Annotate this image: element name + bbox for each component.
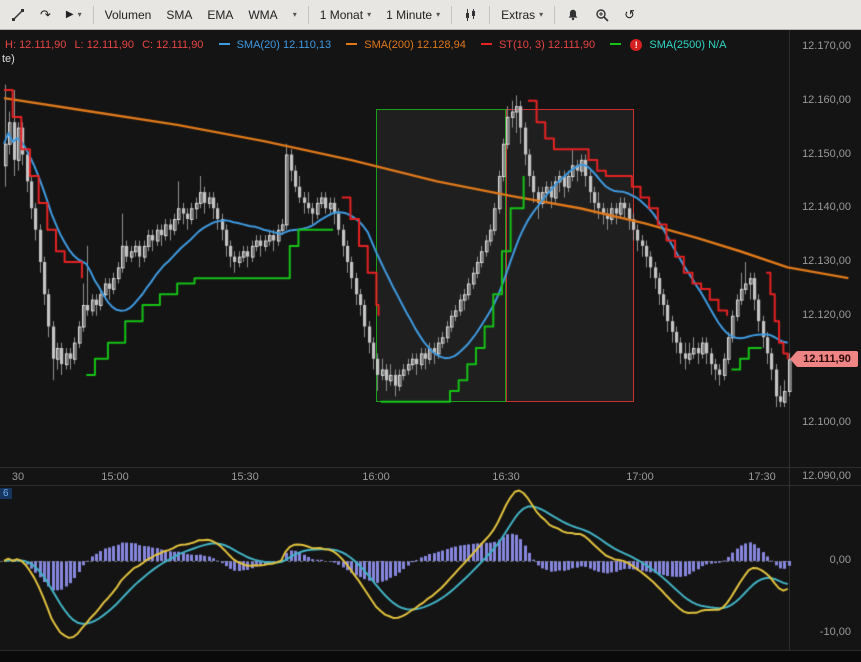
range-dropdown[interactable]: 1 Monat ▾: [313, 5, 378, 25]
price-chart-canvas[interactable]: [0, 30, 861, 467]
wma-label: WMA: [248, 8, 277, 22]
play-icon: ▶: [66, 9, 74, 20]
sma-button[interactable]: SMA: [159, 5, 199, 25]
sma20-legend-label[interactable]: SMA(20): [237, 39, 280, 51]
magnifier-plus-icon: [595, 8, 609, 22]
volumen-button[interactable]: Volumen: [98, 5, 159, 25]
price-axis-label: 12.100,00: [802, 416, 851, 428]
main-chart-panel: H: 12.111,90 L: 12.111,90 C: 12.111,90 S…: [0, 30, 861, 485]
trendline-icon: [11, 8, 25, 22]
interval-dropdown[interactable]: 1 Minute ▾: [379, 5, 447, 25]
toolbar-separator: [451, 6, 452, 24]
chart-toolbar: ↷ ▶ ▾ Volumen SMA EMA WMA ▾ 1 Monat ▾ 1 …: [0, 0, 861, 30]
macd-minus10-label: -10,00: [820, 626, 851, 638]
toolbar-separator: [93, 6, 94, 24]
low-label: L:: [74, 39, 83, 51]
sma2500-legend-label[interactable]: SMA(2500): [649, 39, 705, 51]
time-axis-label: 17:00: [626, 471, 654, 483]
supertrend-line-marker: [481, 43, 492, 45]
candlestick-icon: [463, 8, 478, 22]
indicator-legend: H: 12.111,90 L: 12.111,90 C: 12.111,90 S…: [5, 39, 731, 52]
supertrend-legend-label[interactable]: ST(10, 3): [499, 39, 545, 51]
high-value: 12.111,90: [19, 39, 66, 51]
chevron-down-icon: ▾: [436, 11, 440, 19]
undo-button[interactable]: ↺: [617, 4, 642, 26]
bell-icon: [566, 8, 580, 22]
low-value: 12.111,90: [87, 39, 134, 51]
macd-zero-label: 0,00: [830, 554, 851, 566]
sma200-legend-label[interactable]: SMA(200): [364, 39, 414, 51]
extras-dropdown[interactable]: Extras ▾: [494, 5, 550, 25]
price-axis-label: 12.150,00: [802, 148, 851, 160]
sma20-legend-value: 12.110,13: [283, 39, 331, 51]
arc-icon: ↷: [40, 7, 51, 23]
toolbar-separator: [554, 6, 555, 24]
time-axis-label: 16:30: [492, 471, 520, 483]
chevron-down-icon: ▾: [539, 11, 543, 19]
fibonacci-arc-tool-button[interactable]: ↷: [33, 4, 58, 26]
chevron-down-icon: ▾: [367, 11, 371, 19]
sma20-line-marker: [219, 43, 230, 45]
price-axis-label: 12.160,00: [802, 94, 851, 106]
extras-label: Extras: [501, 8, 535, 22]
time-axis-label: 15:00: [101, 471, 129, 483]
price-axis-label: 12.140,00: [802, 201, 851, 213]
ema-button[interactable]: EMA: [200, 5, 240, 25]
time-axis-label: 30: [12, 471, 24, 483]
bottom-panel-partial: [0, 650, 861, 662]
toolbar-separator: [308, 6, 309, 24]
price-tag-arrow: [790, 352, 796, 366]
price-axis-label: 12.170,00: [802, 40, 851, 52]
chart-type-button[interactable]: [456, 5, 485, 25]
sma2500-line-marker: [610, 43, 621, 45]
close-value: 12.111,90: [156, 39, 203, 51]
alerts-button[interactable]: [559, 5, 587, 25]
close-label: C:: [142, 39, 153, 51]
indicators-dropdown[interactable]: ▾: [286, 8, 304, 22]
time-axis-label: 16:00: [362, 471, 390, 483]
undo-icon: ↺: [624, 7, 635, 23]
time-axis[interactable]: 30 15:00 15:30 16:00 16:30 17:00 17:30: [0, 467, 861, 486]
chevron-down-icon: ▾: [78, 11, 82, 19]
range-label: 1 Monat: [320, 8, 363, 22]
volumen-label: Volumen: [105, 8, 152, 22]
replay-button[interactable]: ▶ ▾: [59, 6, 89, 23]
high-label: H:: [5, 39, 16, 51]
ema-label: EMA: [207, 8, 233, 22]
time-axis-label: 17:30: [748, 471, 776, 483]
sma2500-legend-value: N/A: [708, 39, 726, 51]
warning-icon[interactable]: !: [630, 39, 642, 51]
price-axis-label: 12.120,00: [802, 309, 851, 321]
sma200-legend-value: 12.128,94: [417, 39, 466, 51]
macd-panel: 6 0,00 -10,00: [0, 485, 861, 651]
supertrend-legend-value: 12.111,90: [548, 39, 595, 51]
wma-button[interactable]: WMA: [241, 5, 284, 25]
sma200-line-marker: [346, 43, 357, 45]
macd-canvas[interactable]: [0, 486, 861, 651]
interval-label: 1 Minute: [386, 8, 432, 22]
instrument-title-partial: te): [2, 53, 15, 65]
zoom-in-button[interactable]: [588, 5, 616, 25]
chevron-down-icon: ▾: [293, 11, 297, 19]
trendline-tool-button[interactable]: [4, 5, 32, 25]
price-axis-label: 12.130,00: [802, 255, 851, 267]
time-axis-label: 15:30: [231, 471, 259, 483]
last-price-tag: 12.111,90: [796, 351, 858, 367]
macd-legend-partial: 6: [0, 488, 12, 499]
toolbar-separator: [489, 6, 490, 24]
sma-label: SMA: [166, 8, 192, 22]
